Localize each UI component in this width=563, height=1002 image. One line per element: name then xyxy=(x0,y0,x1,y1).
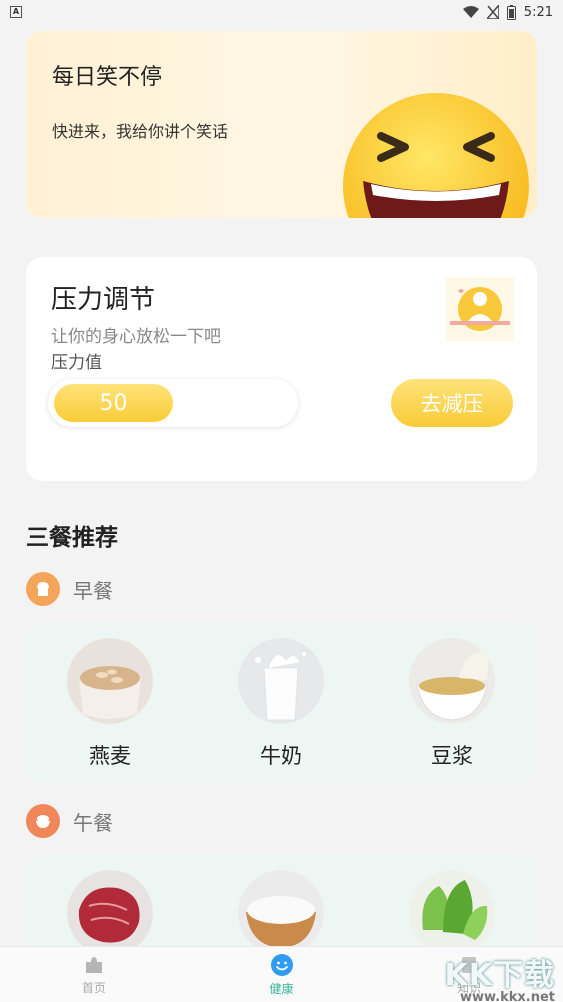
tab-home[interactable]: 首页 xyxy=(0,947,188,1002)
tab-label: 首页 xyxy=(81,980,106,995)
status-time: 5:21 xyxy=(523,4,553,20)
watermark-url: www.kkx.net xyxy=(459,990,555,1002)
joke-card-title: 每日笑不停 xyxy=(52,65,163,90)
food-label: 豆浆 xyxy=(431,744,473,768)
food-item-milk[interactable]: 牛奶 xyxy=(236,638,326,770)
milk-image xyxy=(238,638,324,724)
watermark: KK下载 www.kkx.net xyxy=(445,950,556,1002)
status-bar: A 5:21 xyxy=(0,0,563,24)
food-item-soymilk[interactable]: 豆浆 xyxy=(407,638,497,770)
meal-section-title: 三餐推荐 xyxy=(26,525,118,551)
meditation-illustration-icon xyxy=(446,277,514,341)
tab-health[interactable]: 健康 xyxy=(188,947,376,1002)
stress-title: 压力调节 xyxy=(51,285,156,315)
lunch-panel xyxy=(26,855,537,956)
soymilk-image xyxy=(409,638,495,724)
breakfast-header: 早餐 xyxy=(26,572,113,606)
status-icons: 5:21 xyxy=(462,4,553,20)
smile-icon xyxy=(270,953,293,976)
notification-area: A xyxy=(10,6,22,18)
laughing-emoji-icon xyxy=(343,93,529,218)
rice-image xyxy=(238,870,324,956)
stress-slider-fill[interactable]: 50 xyxy=(54,384,173,422)
breakfast-label: 早餐 xyxy=(73,578,113,603)
stress-value: 50 xyxy=(99,390,128,416)
bread-icon xyxy=(26,572,60,606)
lunch-label: 午餐 xyxy=(73,810,113,835)
lettuce-image xyxy=(409,870,495,956)
puzzle-icon xyxy=(85,956,102,973)
watermark-logo: KK下载 xyxy=(444,958,555,993)
battery-icon xyxy=(506,4,516,20)
wifi-icon xyxy=(462,6,479,18)
beef-image xyxy=(67,870,153,956)
rice-bowl-icon xyxy=(26,804,60,838)
joke-card-subtitle: 快进来，我给你讲个笑话 xyxy=(52,122,229,141)
stress-subtitle: 让你的身心放松一下吧 xyxy=(51,327,221,347)
food-label: 燕麦 xyxy=(89,744,131,768)
tab-label: 健康 xyxy=(269,981,294,996)
no-signal-icon xyxy=(486,5,499,19)
destress-button[interactable]: 去减压 xyxy=(391,379,513,427)
breakfast-panel: 燕麦 牛奶 豆浆 xyxy=(26,623,537,783)
app-notification-icon: A xyxy=(10,6,22,18)
lunch-header: 午餐 xyxy=(26,804,113,838)
food-label: 牛奶 xyxy=(260,744,302,768)
oats-image xyxy=(67,638,153,724)
joke-card[interactable]: 每日笑不停 快进来，我给你讲个笑话 xyxy=(26,31,537,218)
stress-slider[interactable]: 50 xyxy=(48,379,298,427)
stress-value-label: 压力值 xyxy=(51,353,102,373)
stress-card: 压力调节 让你的身心放松一下吧 压力值 50 去减压 xyxy=(26,257,537,481)
food-item-oats[interactable]: 燕麦 xyxy=(65,638,155,770)
